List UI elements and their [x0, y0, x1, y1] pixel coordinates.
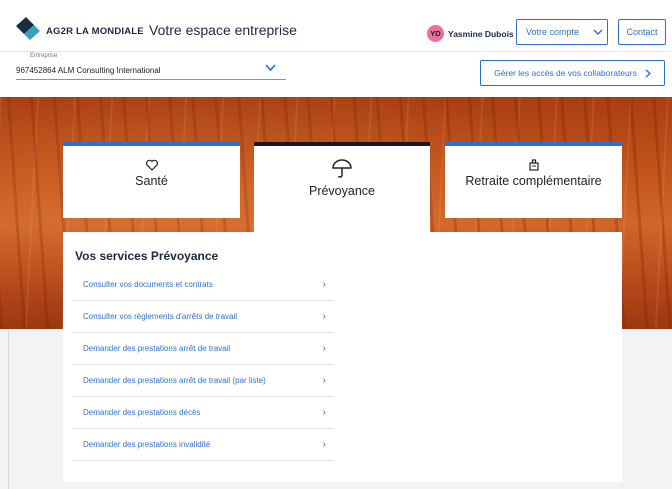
chevron-right-icon: ›	[322, 439, 326, 450]
card-retraite[interactable]: Retraite complémentaire	[445, 142, 622, 218]
manage-access-button[interactable]: Gérer les accès de vos collaborateurs	[480, 60, 665, 86]
chevron-down-icon	[593, 29, 603, 35]
chevron-right-icon: ›	[322, 311, 326, 322]
enterprise-value: 967452864 ALM Consulting International	[16, 66, 161, 75]
service-link-label: Demander des prestations arrêt de travai…	[83, 376, 266, 385]
service-link-label: Demander des prestations décès	[83, 408, 201, 417]
service-link-label: Demander des prestations arrêt de travai…	[83, 344, 231, 353]
retirement-icon	[528, 159, 539, 171]
card-prevoyance[interactable]: Prévoyance	[254, 142, 430, 232]
card-prevoyance-label: Prévoyance	[308, 184, 375, 198]
enterprise-select[interactable]: Entreprise 967452864 ALM Consulting Inte…	[16, 53, 286, 80]
chevron-right-icon: ›	[322, 407, 326, 418]
account-button-label: Votre compte	[526, 27, 580, 37]
top-header: AG2R LA MONDIALE Votre espace entreprise…	[0, 0, 672, 52]
card-retraite-label: Retraite complémentaire	[465, 174, 602, 188]
brand-name[interactable]: AG2R LA MONDIALE	[46, 26, 144, 37]
brand-logo-icon[interactable]	[14, 15, 42, 41]
card-sante[interactable]: Santé	[63, 142, 240, 218]
service-link[interactable]: Demander des prestations arrêt de travai…	[73, 333, 334, 365]
services-panel: Vos services Prévoyance Consulter vos do…	[63, 232, 622, 482]
chevron-right-icon	[645, 68, 651, 78]
heart-icon	[145, 159, 158, 171]
service-link[interactable]: Demander des prestations décès ›	[73, 397, 334, 429]
enterprise-label: Entreprise	[30, 53, 58, 59]
manage-access-label: Gérer les accès de vos collaborateurs	[494, 68, 637, 78]
service-link[interactable]: Consulter vos règlements d'arrêts de tra…	[73, 301, 334, 333]
avatar[interactable]: YD	[427, 25, 444, 42]
chevron-right-icon: ›	[322, 343, 326, 354]
chevron-right-icon: ›	[322, 279, 326, 290]
account-button[interactable]: Votre compte	[516, 19, 608, 45]
service-link-label: Consulter vos documents et contrats	[83, 280, 213, 289]
card-sante-label: Santé	[135, 174, 168, 188]
chevron-right-icon: ›	[322, 375, 326, 386]
services-list: Consulter vos documents et contrats › Co…	[73, 269, 334, 461]
service-link[interactable]: Demander des prestations invalidité ›	[73, 429, 334, 461]
service-link[interactable]: Demander des prestations arrêt de travai…	[73, 365, 334, 397]
service-link-label: Demander des prestations invalidité	[83, 440, 211, 449]
contact-button[interactable]: Contact	[618, 19, 666, 45]
user-name[interactable]: Yasmine Dubois	[448, 29, 514, 39]
chevron-down-icon	[265, 64, 276, 72]
umbrella-icon	[332, 159, 352, 178]
service-link-label: Consulter vos règlements d'arrêts de tra…	[83, 312, 238, 321]
divider	[8, 330, 9, 489]
service-link[interactable]: Consulter vos documents et contrats ›	[73, 269, 334, 301]
services-title: Vos services Prévoyance	[75, 249, 219, 263]
contact-button-label: Contact	[626, 27, 658, 37]
app-title: Votre espace entreprise	[149, 22, 297, 38]
